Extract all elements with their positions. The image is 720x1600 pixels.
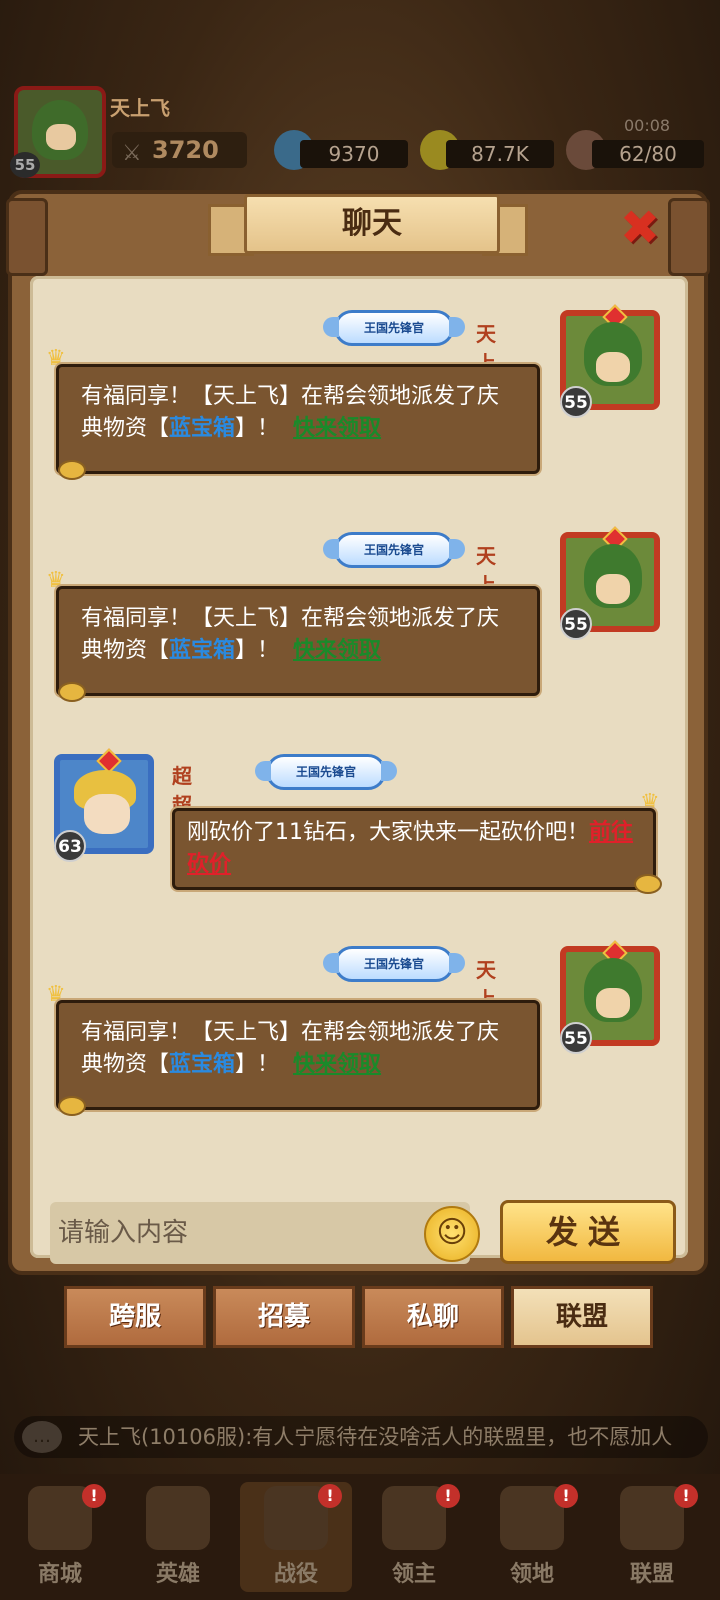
panel-beam-right [668,198,710,276]
panel-beam-left [6,198,48,276]
message-text: 有福同享！【天上飞】在帮会领地派发了庆典物资【 [81,1020,500,1077]
nav-territory[interactable]: ! 领地 [476,1482,588,1592]
top-hud: 55 天上飞 ⚔ 3720 9370 87.7K 00:08 62/80 [0,0,720,185]
message-bubble[interactable]: 有福同享！【天上飞】在帮会领地派发了庆典物资【蓝宝箱】！ 快来领取 [56,364,540,474]
nav-label: 战役 [273,1562,318,1587]
nav-heroes[interactable]: 英雄 [122,1482,234,1592]
close-icon: ✖ [619,200,661,256]
tab-alliance[interactable]: 联盟 [511,1286,653,1348]
alert-badge: ! [82,1484,106,1508]
tab-cross-server[interactable]: 跨服 [64,1286,206,1348]
alert-badge: ! [554,1484,578,1508]
alert-badge: ! [436,1484,460,1508]
message-text: 有福同享！【天上飞】在帮会领地派发了庆典物资【 [81,606,500,663]
rank-label: 王国先锋官 [295,765,356,779]
item-name: 蓝宝箱 [169,638,236,663]
gems-counter: 9370 [300,140,408,168]
level-badge: 55 [560,386,592,418]
rank-badge: 王国先锋官 [323,946,465,982]
nav-lord[interactable]: ! 领主 [358,1482,470,1592]
coin-icon [634,874,662,894]
rank-label: 王国先锋官 [363,321,424,335]
close-button[interactable]: ✖ [616,204,664,252]
power-value: 3720 [152,136,219,164]
nav-label: 英雄 [155,1562,200,1587]
coin-icon [58,682,86,702]
nav-campaign[interactable]: ! 战役 [240,1482,352,1592]
rank-badge: 王国先锋官 [323,532,465,568]
world-chat-ticker[interactable]: 天上飞(10106服):有人宁愿待在没啥活人的联盟里，也不愿加人 [14,1416,708,1458]
stamina-timer: 00:08 [624,116,671,135]
message-bubble[interactable]: 有福同享！【天上飞】在帮会领地派发了庆典物资【蓝宝箱】！ 快来领取 [56,586,540,696]
stamina-counter: 62/80 [592,140,704,168]
message-text: 有福同享！【天上飞】在帮会领地派发了庆典物资【 [81,384,500,441]
badge-wing-left [255,761,271,781]
rank-label: 王国先锋官 [363,957,424,971]
rank-badge: 王国先锋官 [255,754,397,790]
level-badge: 55 [560,608,592,640]
nav-label: 联盟 [629,1562,674,1587]
sword-icon: ⚔ [122,141,142,166]
nav-label: 商城 [37,1562,82,1587]
gold-counter: 87.7K [446,140,554,168]
claim-link[interactable]: 快来领取 [293,416,381,441]
level-badge: 55 [560,1022,592,1054]
item-name: 蓝宝箱 [169,416,236,441]
alert-badge: ! [674,1484,698,1508]
send-button[interactable]: 发送 [500,1200,676,1264]
message-text-end: 】！ [235,1052,280,1077]
nav-alliance[interactable]: ! 联盟 [596,1482,708,1592]
coin-icon [58,460,86,480]
rank-badge: 王国先锋官 [323,310,465,346]
item-name: 蓝宝箱 [169,1052,236,1077]
message-text-end: 】！ [235,416,280,441]
nav-label: 领主 [391,1562,436,1587]
chat-title: 聊天 [244,194,500,254]
tab-private[interactable]: 私聊 [362,1286,504,1348]
avatar-face [596,988,630,1018]
player-name: 天上飞 [110,96,170,120]
badge-wing-left [323,953,339,973]
alert-badge: ! [318,1484,342,1508]
claim-link[interactable]: 快来领取 [293,638,381,663]
avatar-face [84,794,130,834]
rank-label: 王国先锋官 [363,543,424,557]
player-level-badge: 55 [10,152,40,178]
avatar-face [596,574,630,604]
avatar-face [596,352,630,382]
tab-recruit[interactable]: 招募 [213,1286,355,1348]
message-bubble[interactable]: 刚砍价了11钻石，大家快来一起砍价吧！前往砍价 [172,808,656,890]
badge-wing-left [323,317,339,337]
level-badge: 63 [54,830,86,862]
coin-icon [58,1096,86,1116]
emoji-icon: ☺ [436,1215,468,1250]
emoji-button[interactable]: ☺ [424,1206,480,1262]
chat-input[interactable]: 请输入内容 [50,1202,470,1264]
claim-link[interactable]: 快来领取 [293,1052,381,1077]
message-bubble[interactable]: 有福同享！【天上飞】在帮会领地派发了庆典物资【蓝宝箱】！ 快来领取 [56,1000,540,1110]
hero-cards-icon [146,1486,210,1550]
avatar-face [46,124,76,150]
power-display: ⚔ 3720 [112,132,247,168]
nav-label: 领地 [509,1562,554,1587]
message-text: 刚砍价了11钻石，大家快来一起砍价吧！ [187,820,589,845]
badge-wing-left [323,539,339,559]
nav-shop[interactable]: ! 商城 [4,1482,116,1592]
message-text-end: 】！ [235,638,280,663]
